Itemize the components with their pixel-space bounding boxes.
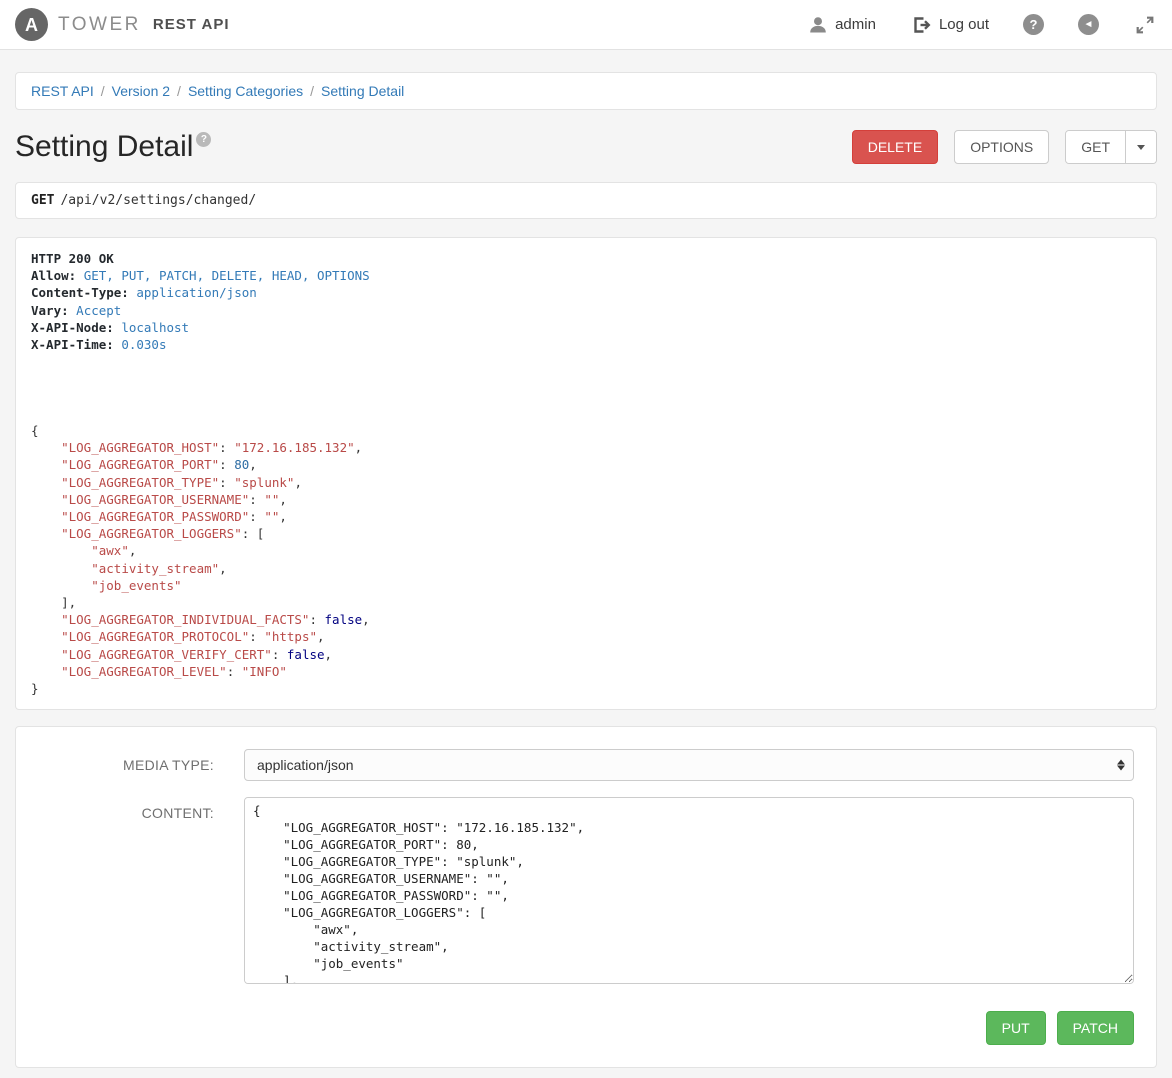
brand-home-link[interactable]: A TOWER REST API [15, 8, 230, 41]
logout-button[interactable]: Log out [910, 14, 989, 36]
brand-name: TOWER [58, 14, 141, 36]
expand-icon[interactable] [1133, 13, 1157, 37]
media-type-select[interactable]: application/json [244, 749, 1134, 781]
top-navbar: A TOWER REST API admin Log o [0, 0, 1172, 50]
response-pre: HTTP 200 OK Allow: GET, PUT, PATCH, DELE… [31, 250, 1141, 697]
svg-text:A: A [25, 15, 38, 35]
options-button[interactable]: OPTIONS [954, 130, 1049, 164]
title-help-icon[interactable]: ? [196, 132, 211, 147]
chevron-down-icon [1137, 145, 1145, 150]
response-info: HTTP 200 OK Allow: GET, PUT, PATCH, DELE… [15, 237, 1157, 710]
get-format-dropdown[interactable] [1125, 131, 1156, 163]
breadcrumb-version-2[interactable]: Version 2 [112, 83, 170, 99]
request-path: /api/v2/settings/changed/ [60, 193, 256, 208]
breadcrumb: REST API/Version 2/Setting Categories/Se… [15, 72, 1157, 110]
tower-logo-icon: A [15, 8, 48, 41]
breadcrumb-setting-detail[interactable]: Setting Detail [321, 83, 404, 99]
content-form: MEDIA TYPE: application/json CONTENT: { … [15, 726, 1157, 1068]
user-icon [808, 15, 828, 35]
patch-button[interactable]: PATCH [1057, 1011, 1134, 1045]
help-icon[interactable]: ? [1023, 14, 1044, 35]
username-label: admin [835, 16, 876, 33]
get-split-button: GET [1065, 130, 1157, 164]
logout-label: Log out [939, 16, 989, 33]
put-button[interactable]: PUT [986, 1011, 1046, 1045]
get-button[interactable]: GET [1066, 131, 1125, 163]
media-type-label: MEDIA TYPE: [38, 749, 214, 781]
breadcrumb-setting-categories[interactable]: Setting Categories [188, 83, 303, 99]
content-label: CONTENT: [38, 797, 214, 987]
delete-button[interactable]: DELETE [852, 130, 938, 164]
breadcrumb-rest-api[interactable]: REST API [31, 83, 94, 99]
breadcrumb-separator: / [303, 83, 321, 99]
breadcrumb-separator: / [94, 83, 112, 99]
content-textarea[interactable]: { "LOG_AGGREGATOR_HOST": "172.16.185.132… [244, 797, 1134, 984]
page-title: Setting Detail? [15, 130, 211, 164]
request-info: GET/api/v2/settings/changed/ [15, 182, 1157, 219]
brand-suffix: REST API [153, 16, 230, 33]
request-method: GET [31, 193, 54, 208]
logout-icon [910, 14, 932, 36]
current-user[interactable]: admin [808, 15, 876, 35]
back-icon[interactable]: ◄ [1078, 14, 1099, 35]
breadcrumb-separator: / [170, 83, 188, 99]
